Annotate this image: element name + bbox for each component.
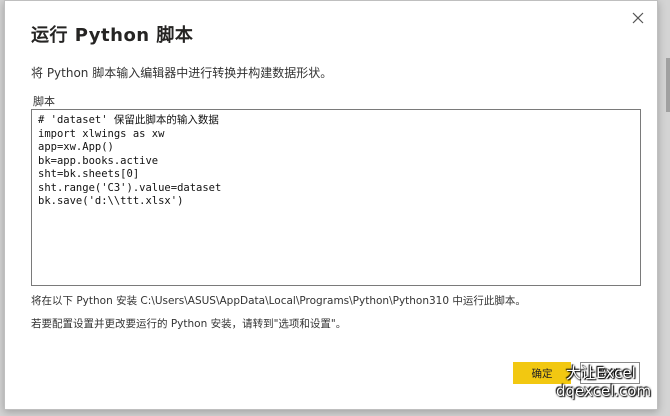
run-python-script-dialog: 运行 Python 脚本 将 Python 脚本输入编辑器中进行转换并构建数据形… xyxy=(4,0,658,410)
cancel-button[interactable]: 取消 xyxy=(580,362,640,384)
script-label: 脚本 xyxy=(33,95,55,108)
close-button[interactable] xyxy=(627,7,649,29)
options-settings-link[interactable]: "选项和设置" xyxy=(274,318,336,330)
close-icon xyxy=(632,12,644,24)
ok-button[interactable]: 确定 xyxy=(513,362,571,384)
config-note-prefix: 若要配置设置并更改要运行的 Python 安装，请转到 xyxy=(31,318,274,330)
background-window-edge xyxy=(666,58,670,112)
config-note: 若要配置设置并更改要运行的 Python 安装，请转到"选项和设置"。 xyxy=(31,316,346,331)
python-install-path-note: 将在以下 Python 安装 C:\Users\ASUS\AppData\Loc… xyxy=(31,295,526,307)
script-editor[interactable] xyxy=(31,109,641,286)
config-note-suffix: 。 xyxy=(335,318,347,330)
dialog-description: 将 Python 脚本输入编辑器中进行转换并构建数据形状。 xyxy=(31,66,333,80)
dialog-title: 运行 Python 脚本 xyxy=(31,25,194,46)
